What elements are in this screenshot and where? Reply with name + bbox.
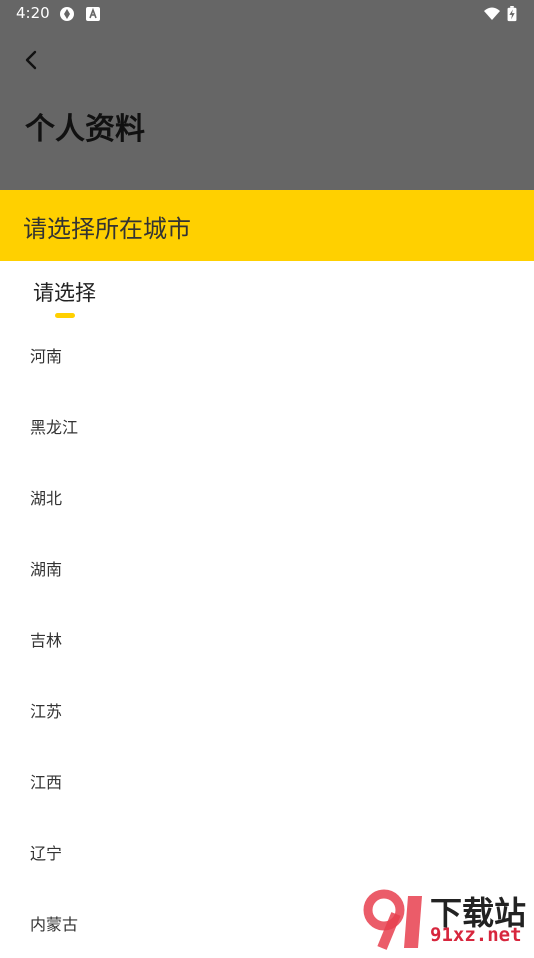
sync-icon [60, 7, 74, 21]
page-title: 个人资料 [25, 112, 145, 147]
province-list: 河南 黑龙江 湖北 湖南 吉林 江苏 江西 辽宁 内蒙古 [0, 319, 534, 958]
list-item[interactable]: 黑龙江 [0, 390, 534, 461]
picker-title: 请选择所在城市 [23, 215, 191, 243]
status-time: 4:20 [16, 4, 50, 22]
watermark-logo-icon [363, 889, 422, 950]
list-item[interactable]: 湖南 [0, 532, 534, 603]
back-button[interactable] [14, 42, 50, 78]
watermark-domain: 91xz.net [430, 924, 522, 946]
list-item[interactable]: 辽宁 [0, 816, 534, 887]
app-bar: 个人资料 [0, 28, 534, 190]
watermark: 下载站 91xz.net [362, 888, 534, 950]
list-item[interactable]: 湖北 [0, 461, 534, 532]
battery-charging-icon [507, 6, 517, 22]
tab-indicator [55, 313, 75, 318]
tab-select[interactable]: 请选择 [33, 277, 96, 307]
list-item[interactable]: 江西 [0, 745, 534, 816]
list-item[interactable]: 吉林 [0, 603, 534, 674]
list-item[interactable]: 河南 [0, 319, 534, 390]
picker-header: 请选择所在城市 [0, 190, 534, 261]
status-bar: 4:20 [0, 0, 534, 28]
chevron-left-icon [25, 50, 37, 70]
wifi-icon [484, 7, 500, 20]
notification-a-icon [86, 7, 100, 21]
list-item[interactable]: 江苏 [0, 674, 534, 745]
